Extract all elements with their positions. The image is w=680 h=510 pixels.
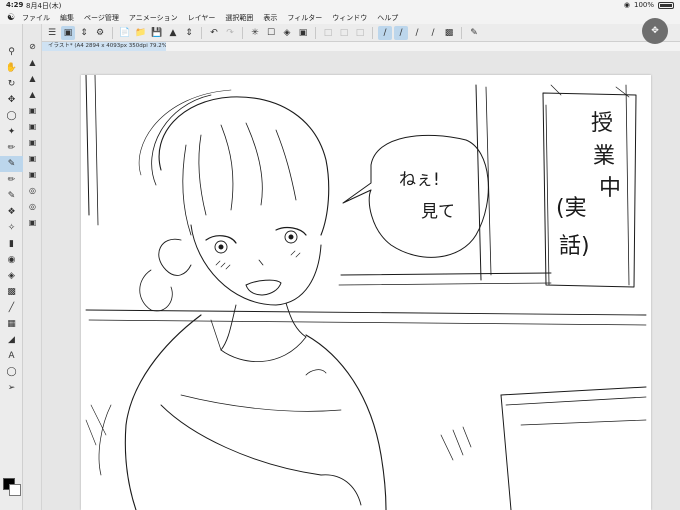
balloon-tool-icon[interactable]: ◯ bbox=[0, 364, 23, 380]
sub-tool-palette: ⊘ ▲ ▲ ▲ ▣ ▣ ▣ ▣ ▣ ◎ ◎ ▣ bbox=[23, 24, 42, 510]
ruler-tool-icon[interactable]: ◢ bbox=[0, 332, 23, 348]
menu-file[interactable]: ファイル bbox=[22, 13, 50, 23]
brush-tool-icon[interactable]: ✎ bbox=[0, 188, 23, 204]
help-icon[interactable]: ✎ bbox=[467, 26, 481, 40]
speech-bubble-line-1: ねぇ! bbox=[399, 170, 440, 190]
sub-color-swatch[interactable] bbox=[9, 484, 21, 496]
subtool-11-icon[interactable]: ▣ bbox=[23, 214, 42, 230]
battery-icon bbox=[658, 1, 674, 9]
rotate-tool-icon[interactable]: ↻ bbox=[0, 76, 23, 92]
loading-icon[interactable]: ✳ bbox=[248, 26, 262, 40]
gradient-tool-icon[interactable]: ▩ bbox=[0, 284, 23, 300]
sketch-artwork: ねぇ! 見て 授 業 中 (実 話) bbox=[85, 75, 647, 510]
undo-icon[interactable]: ↶ bbox=[207, 26, 221, 40]
fill-icon[interactable]: ◈ bbox=[280, 26, 294, 40]
operation-tool-icon[interactable]: ➢ bbox=[0, 380, 23, 396]
pen-stabilizer-icon[interactable]: ∕ bbox=[378, 25, 392, 40]
new-file-icon[interactable]: 📄 bbox=[118, 26, 132, 40]
menu-bar: ☯ ファイル 編集 ページ管理 アニメーション レイヤー 選択範囲 表示 フィル… bbox=[0, 12, 680, 24]
decoration-tool-icon[interactable]: ✧ bbox=[0, 220, 23, 236]
hamburger-menu-icon[interactable]: ☰ bbox=[45, 26, 59, 40]
wifi-icon: ◉ bbox=[623, 1, 630, 9]
status-date: 8月4日(木) bbox=[26, 2, 62, 10]
save-icon[interactable]: 💾 bbox=[150, 26, 164, 40]
toolbar-divider bbox=[201, 26, 202, 39]
open-folder-icon[interactable]: 📁 bbox=[134, 26, 148, 40]
speech-bubble-line-2: 見て bbox=[421, 202, 455, 222]
sign-char-2: 業 bbox=[593, 144, 615, 169]
menu-window[interactable]: ウィンドウ bbox=[332, 13, 367, 23]
subtool-7-icon[interactable]: ▣ bbox=[23, 150, 42, 166]
menu-edit[interactable]: 編集 bbox=[60, 13, 74, 23]
subtool-3-icon[interactable]: ▲ bbox=[23, 86, 42, 102]
clear-icon[interactable]: ☐ bbox=[264, 26, 278, 40]
toolbar-divider bbox=[242, 26, 243, 39]
sign-char-5: 話) bbox=[559, 234, 590, 259]
airbrush-tool-icon[interactable]: ❖ bbox=[0, 204, 23, 220]
export-options-icon[interactable]: ⇕ bbox=[182, 26, 196, 40]
drawing-canvas[interactable]: ねぇ! 見て 授 業 中 (実 話) bbox=[81, 75, 651, 510]
pen-pressure-icon[interactable]: ∕ bbox=[394, 25, 408, 40]
navigation-ring-icon[interactable]: ✥ bbox=[642, 18, 668, 44]
menu-view[interactable]: 表示 bbox=[263, 13, 277, 23]
hand-tool-icon[interactable]: ✋ bbox=[0, 60, 23, 76]
ruler-icon[interactable]: ∕ bbox=[410, 26, 424, 40]
menu-page[interactable]: ページ管理 bbox=[84, 13, 119, 23]
toolbar-divider bbox=[112, 26, 113, 39]
sign-char-1: 授 bbox=[591, 111, 613, 136]
tool-palette: ⚲ ✋ ↻ ✥ ◯ ✦ ✏ ✎ ✏ ✎ ❖ ✧ ▮ ◉ ◈ ▩ ╱ ▦ ◢ A … bbox=[0, 24, 23, 510]
pen-tool-icon[interactable]: ✎ bbox=[0, 156, 23, 172]
subtool-4-icon[interactable]: ▣ bbox=[23, 102, 42, 118]
document-tab[interactable]: イラスト* (A4 2894 x 4093px 350dpi 79.2%) bbox=[42, 42, 166, 51]
battery-text: 100% bbox=[633, 1, 654, 9]
command-bar: ☰ ▣ ⇕ ⚙ 📄 📁 💾 ▲ ⇕ ↶ ↷ ✳ ☐ ◈ ▣ □ □ □ ∕ ∕ … bbox=[0, 24, 680, 42]
menu-animation[interactable]: アニメーション bbox=[129, 13, 178, 23]
fill-tool-icon[interactable]: ◈ bbox=[0, 268, 23, 284]
subtool-5-icon[interactable]: ▣ bbox=[23, 118, 42, 134]
invert-selection-icon[interactable]: □ bbox=[337, 26, 351, 40]
figure-tool-icon[interactable]: ╱ bbox=[0, 300, 23, 316]
subtool-2-icon[interactable]: ▲ bbox=[23, 70, 42, 86]
status-time: 4:29 bbox=[6, 1, 24, 9]
updown-icon[interactable]: ⇕ bbox=[77, 26, 91, 40]
toolbar-divider bbox=[461, 26, 462, 39]
redo-icon[interactable]: ↷ bbox=[223, 26, 237, 40]
menu-selection[interactable]: 選択範囲 bbox=[225, 13, 253, 23]
subtool-9-icon[interactable]: ◎ bbox=[23, 182, 42, 198]
pencil-tool-icon[interactable]: ✏ bbox=[0, 172, 23, 188]
blend-tool-icon[interactable]: ◉ bbox=[0, 252, 23, 268]
frame-tool-icon[interactable]: ▦ bbox=[0, 316, 23, 332]
zoom-tool-icon[interactable]: ⚲ bbox=[0, 44, 23, 60]
sign-char-3: 中 bbox=[599, 176, 621, 201]
menu-filter[interactable]: フィルター bbox=[287, 13, 322, 23]
subtool-6-icon[interactable]: ▣ bbox=[23, 134, 42, 150]
eraser-tool-icon[interactable]: ▮ bbox=[0, 236, 23, 252]
eyedropper-icon[interactable]: ✏ bbox=[0, 140, 23, 156]
selection-icon[interactable]: □ bbox=[353, 26, 367, 40]
export-icon[interactable]: ▲ bbox=[166, 26, 180, 40]
subtool-8-icon[interactable]: ▣ bbox=[23, 166, 42, 182]
menu-help[interactable]: ヘルプ bbox=[377, 13, 398, 23]
text-tool-icon[interactable]: A bbox=[0, 348, 23, 364]
menu-layer[interactable]: レイヤー bbox=[188, 13, 216, 23]
app-logo-icon[interactable]: ☯ bbox=[0, 13, 22, 23]
layer-icon[interactable]: ▣ bbox=[61, 25, 75, 40]
toolbar-divider bbox=[315, 26, 316, 39]
book-icon[interactable]: ▩ bbox=[442, 26, 456, 40]
subtool-10-icon[interactable]: ◎ bbox=[23, 198, 42, 214]
sign-char-4: (実 bbox=[556, 196, 587, 221]
subtool-1-icon[interactable]: ▲ bbox=[23, 54, 42, 70]
settings-icon[interactable]: ⚙ bbox=[93, 26, 107, 40]
toolbar-divider bbox=[372, 26, 373, 39]
deselect-icon[interactable]: □ bbox=[321, 26, 335, 40]
status-bar: 4:29 8月4日(木) ◉ 100% bbox=[0, 0, 680, 12]
status-right: ◉ 100% bbox=[624, 1, 674, 9]
cancel-icon[interactable]: ⊘ bbox=[23, 38, 42, 54]
lasso-tool-icon[interactable]: ◯ bbox=[0, 108, 23, 124]
magic-wand-icon[interactable]: ✦ bbox=[0, 124, 23, 140]
crop-icon[interactable]: ▣ bbox=[296, 26, 310, 40]
edit-icon[interactable]: ∕ bbox=[426, 26, 440, 40]
move-tool-icon[interactable]: ✥ bbox=[0, 92, 23, 108]
